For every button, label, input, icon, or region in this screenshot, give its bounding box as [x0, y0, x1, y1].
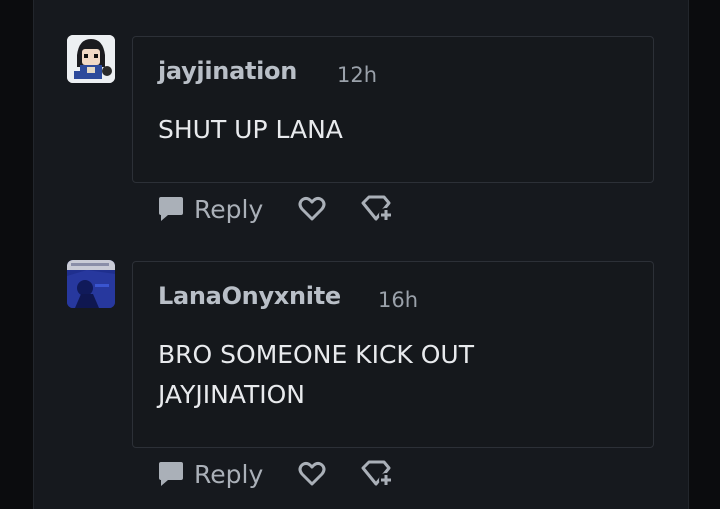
gem-plus-icon [361, 460, 393, 487]
gem-plus-icon [361, 195, 393, 222]
comment-timestamp: 16h [378, 288, 419, 312]
comment-text-line-1: BRO SOMEONE KICK OUT [158, 340, 474, 369]
heart-icon [298, 196, 326, 221]
like-button[interactable] [297, 459, 331, 489]
award-button[interactable] [360, 194, 394, 224]
chat-bubble-icon [159, 197, 183, 221]
reply-button[interactable]: Reply [156, 456, 263, 492]
chat-bubble-icon [159, 462, 183, 486]
comment-text-line-2: JAYJINATION [158, 380, 305, 409]
comment-username[interactable]: LanaOnyxnite [158, 282, 341, 310]
reply-button[interactable]: Reply [156, 191, 263, 227]
award-button[interactable] [360, 459, 394, 489]
reply-label: Reply [194, 459, 264, 489]
user-avatar[interactable] [67, 260, 115, 308]
comment-username[interactable]: jayjination [158, 57, 297, 85]
comment-actions: Reply [156, 191, 396, 227]
comment-card: LanaOnyxnite 16h BRO SOMEONE KICK OUT JA… [132, 261, 654, 448]
cartoon-avatar-image [67, 35, 115, 83]
blue-scene-avatar-image [67, 260, 115, 308]
comment-thread-panel: jayjination 12h SHUT UP LANA Reply LanaO… [33, 0, 689, 509]
heart-icon [298, 461, 326, 486]
comment-card: jayjination 12h SHUT UP LANA [132, 36, 654, 183]
comment-timestamp: 12h [337, 63, 378, 87]
like-button[interactable] [297, 194, 331, 224]
comment-actions: Reply [156, 456, 396, 492]
user-avatar[interactable] [67, 35, 115, 83]
reply-label: Reply [194, 194, 264, 224]
comment-text: SHUT UP LANA [158, 115, 343, 144]
